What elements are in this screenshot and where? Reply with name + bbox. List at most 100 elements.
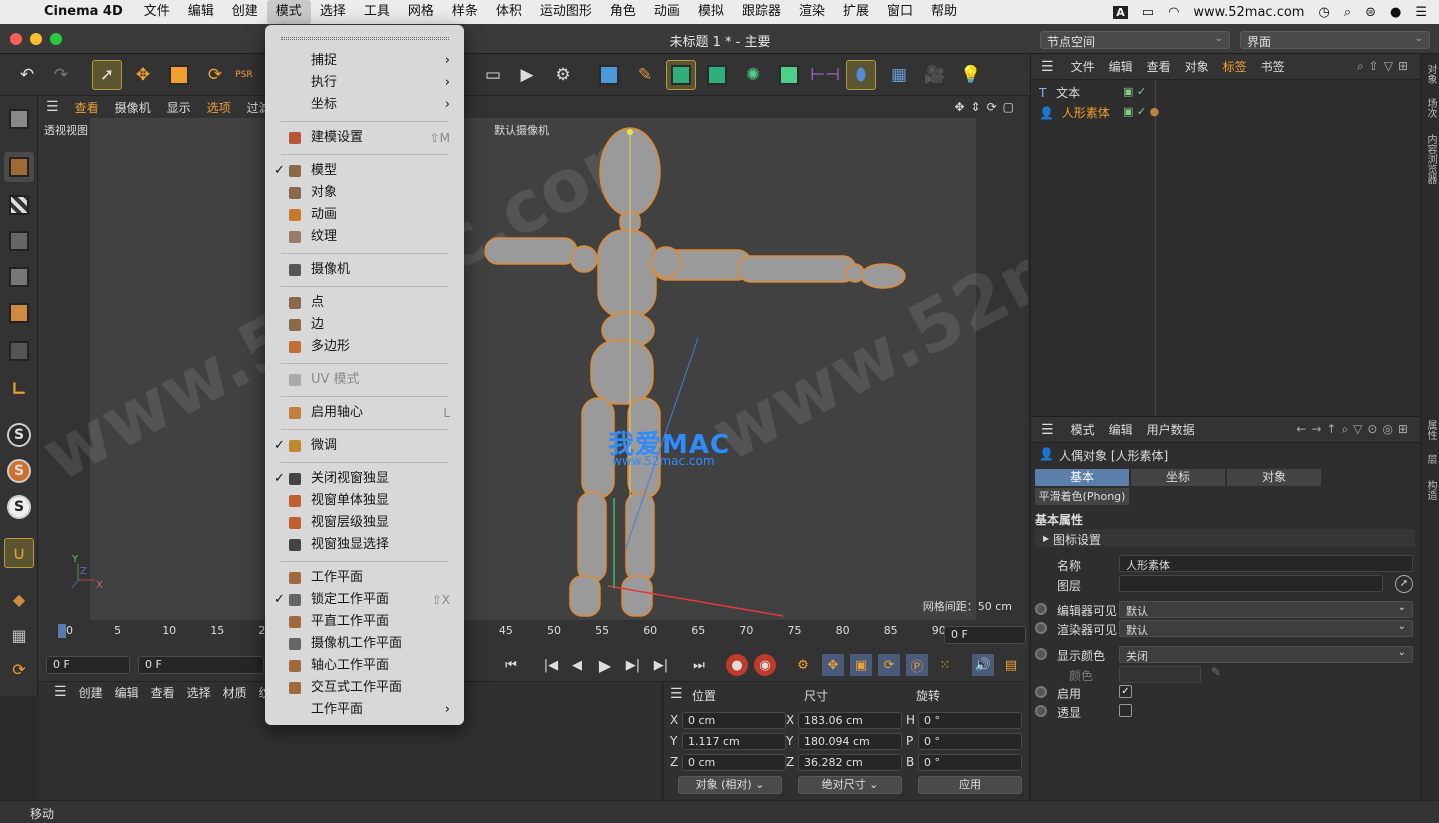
layer-pick-icon[interactable]: ➚ bbox=[1395, 575, 1413, 593]
notification-icon[interactable]: ☰ bbox=[1415, 5, 1427, 20]
mode-menu-item[interactable]: 动画 bbox=[265, 204, 464, 226]
record-button[interactable]: ● bbox=[726, 654, 748, 676]
menu-edit[interactable]: 编辑 bbox=[179, 0, 223, 24]
mode-menu-item[interactable]: 建模设置 ⇧M bbox=[265, 127, 464, 149]
coord-size-field[interactable]: 36.282 cm bbox=[798, 754, 902, 771]
snap-button[interactable]: ∪ bbox=[4, 538, 34, 568]
tab-basic[interactable]: 基本 bbox=[1035, 469, 1129, 486]
display-color-select[interactable]: 关闭 ⌄ bbox=[1119, 646, 1413, 663]
mode-menu-item[interactable]: 多边形 bbox=[265, 336, 464, 358]
material-menu-select[interactable]: 选择 bbox=[181, 684, 217, 701]
coord-position-field[interactable]: 0 cm bbox=[682, 754, 786, 771]
close-window-button[interactable] bbox=[10, 33, 22, 45]
mode-menu-item[interactable]: ✓ 锁定工作平面 ⇧X bbox=[265, 589, 464, 611]
xray-checkbox[interactable] bbox=[1119, 704, 1132, 717]
zoom-window-button[interactable] bbox=[50, 33, 62, 45]
coord-size-select[interactable]: 绝对尺寸 ⌄ bbox=[798, 776, 902, 794]
object-menu-file[interactable]: 文件 bbox=[1064, 58, 1102, 75]
enabled-radio[interactable] bbox=[1035, 686, 1047, 698]
key-rotation-button[interactable]: ⟳ bbox=[878, 654, 900, 676]
scale-tool-button[interactable] bbox=[164, 60, 194, 90]
menu-create[interactable]: 创建 bbox=[223, 0, 267, 24]
viewport-menu-options[interactable]: 选项 bbox=[199, 99, 239, 116]
mode-menu-item[interactable]: 边 bbox=[265, 314, 464, 336]
viewport-menu-icon[interactable]: ☰ bbox=[38, 99, 67, 115]
axis-mode-button[interactable]: ∟ bbox=[4, 374, 34, 404]
side-tab-construct[interactable]: 构造 bbox=[1423, 480, 1438, 500]
mode-menu-item[interactable]: 点 bbox=[265, 292, 464, 314]
floor-button[interactable]: ▦ bbox=[884, 60, 914, 90]
key-position-button[interactable]: ✥ bbox=[822, 654, 844, 676]
menu-mograph[interactable]: 运动图形 bbox=[531, 0, 601, 24]
lock-workplane-button[interactable]: ▦ bbox=[4, 620, 34, 650]
material-menu-material[interactable]: 材质 bbox=[217, 684, 253, 701]
object-menu-icon[interactable]: ☰ bbox=[1031, 59, 1064, 75]
coord-rotation-field[interactable]: 0 ° bbox=[918, 733, 1022, 750]
side-tab-layers[interactable]: 层 bbox=[1423, 454, 1438, 464]
object-menu-object[interactable]: 对象 bbox=[1178, 58, 1216, 75]
a-input-icon[interactable]: A bbox=[1113, 5, 1128, 19]
coord-size-field[interactable]: 183.06 cm bbox=[798, 712, 902, 729]
menu-volume[interactable]: 体积 bbox=[487, 0, 531, 24]
menu-file[interactable]: 文件 bbox=[135, 0, 179, 24]
select-tool-button[interactable]: ➚ bbox=[92, 60, 122, 90]
attribute-menu-icon[interactable]: ☰ bbox=[1031, 422, 1064, 438]
material-menu-view[interactable]: 查看 bbox=[145, 684, 181, 701]
solo-off-button[interactable]: S bbox=[4, 420, 34, 450]
object-menu-view[interactable]: 查看 bbox=[1140, 58, 1178, 75]
current-frame-field[interactable]: 0 F bbox=[138, 656, 264, 674]
timeline-end-field[interactable]: 0 F bbox=[944, 626, 1026, 644]
solo-single-button[interactable]: S bbox=[4, 456, 34, 486]
viewport-nav-icons[interactable]: ✥⇕⟳▢ bbox=[946, 100, 1028, 114]
attribute-menu-mode[interactable]: 模式 bbox=[1064, 421, 1102, 438]
camera-button[interactable]: 🎥 bbox=[920, 60, 950, 90]
object-flags-text[interactable]: ▣ ✓ bbox=[1123, 85, 1146, 98]
side-tab-content-browser[interactable]: 内容浏览器 bbox=[1423, 134, 1438, 184]
render-view-button[interactable]: ▶ bbox=[512, 60, 542, 90]
menu-character[interactable]: 角色 bbox=[601, 0, 645, 24]
coord-position-field[interactable]: 1.117 cm bbox=[682, 733, 786, 750]
coord-size-field[interactable]: 180.094 cm bbox=[798, 733, 902, 750]
render-visible-select[interactable]: 默认 ⌄ bbox=[1119, 620, 1413, 637]
spotlight-icon[interactable]: ⌕ bbox=[1344, 5, 1351, 20]
mode-menu-item[interactable]: 轴心工作平面 bbox=[265, 655, 464, 677]
object-row-text[interactable]: T 文本 bbox=[1039, 84, 1080, 102]
menu-window[interactable]: 窗口 bbox=[878, 0, 922, 24]
side-tab-attributes[interactable]: 属性 bbox=[1423, 420, 1438, 440]
coord-menu-icon[interactable]: ☰ bbox=[670, 686, 683, 702]
mode-menu-item[interactable]: 工作平面 bbox=[265, 567, 464, 589]
time-machine-icon[interactable]: ◷ bbox=[1318, 5, 1329, 20]
render-settings-button[interactable]: ⚙ bbox=[548, 60, 578, 90]
menu-mode[interactable]: 模式 bbox=[266, 0, 311, 24]
xray-radio[interactable] bbox=[1035, 705, 1047, 717]
eyedropper-icon[interactable]: ✎ bbox=[1211, 665, 1221, 679]
mode-menu-item[interactable]: 捕捉 › bbox=[265, 50, 464, 72]
attribute-menu-userdata[interactable]: 用户数据 bbox=[1140, 421, 1202, 438]
deformer-button[interactable]: ⊢⊣ bbox=[810, 60, 840, 90]
cloner-button[interactable]: ✺ bbox=[738, 60, 768, 90]
coord-position-field[interactable]: 0 cm bbox=[682, 712, 786, 729]
mode-menu-item[interactable]: 摄像机 bbox=[265, 259, 464, 281]
sound-button[interactable]: 🔊 bbox=[972, 654, 994, 676]
key-param-button[interactable]: Ⓟ bbox=[906, 654, 928, 676]
mode-menu-item[interactable]: 摄像机工作平面 bbox=[265, 633, 464, 655]
menu-simulate[interactable]: 模拟 bbox=[689, 0, 733, 24]
mode-menu-item[interactable]: 执行 › bbox=[265, 72, 464, 94]
next-frame-button[interactable]: ▶| bbox=[622, 654, 644, 676]
auto-key-button[interactable]: ◉ bbox=[754, 654, 776, 676]
mode-menu-item[interactable]: 对象 bbox=[265, 182, 464, 204]
icon-settings-row[interactable]: ▸ 图标设置 bbox=[1035, 529, 1415, 547]
coord-mode-select[interactable]: 对象 (相对) ⌄ bbox=[678, 776, 782, 794]
attribute-menu-edit[interactable]: 编辑 bbox=[1102, 421, 1140, 438]
menu-help[interactable]: 帮助 bbox=[922, 0, 966, 24]
viewport-menu-view[interactable]: 查看 bbox=[67, 99, 107, 116]
mode-menu-item[interactable]: 平直工作平面 bbox=[265, 611, 464, 633]
mode-menu-item[interactable]: 视窗独显选择 bbox=[265, 534, 464, 556]
workplane-button[interactable]: ◆ bbox=[4, 584, 34, 614]
psr-button[interactable]: PSR bbox=[234, 60, 254, 90]
enabled-checkbox[interactable]: ✓ bbox=[1119, 685, 1132, 698]
mode-menu-item[interactable]: ✓ 模型 bbox=[265, 160, 464, 182]
solo-select-button[interactable]: S bbox=[4, 492, 34, 522]
menu-animation[interactable]: 动画 bbox=[645, 0, 689, 24]
menu-spline[interactable]: 样条 bbox=[443, 0, 487, 24]
